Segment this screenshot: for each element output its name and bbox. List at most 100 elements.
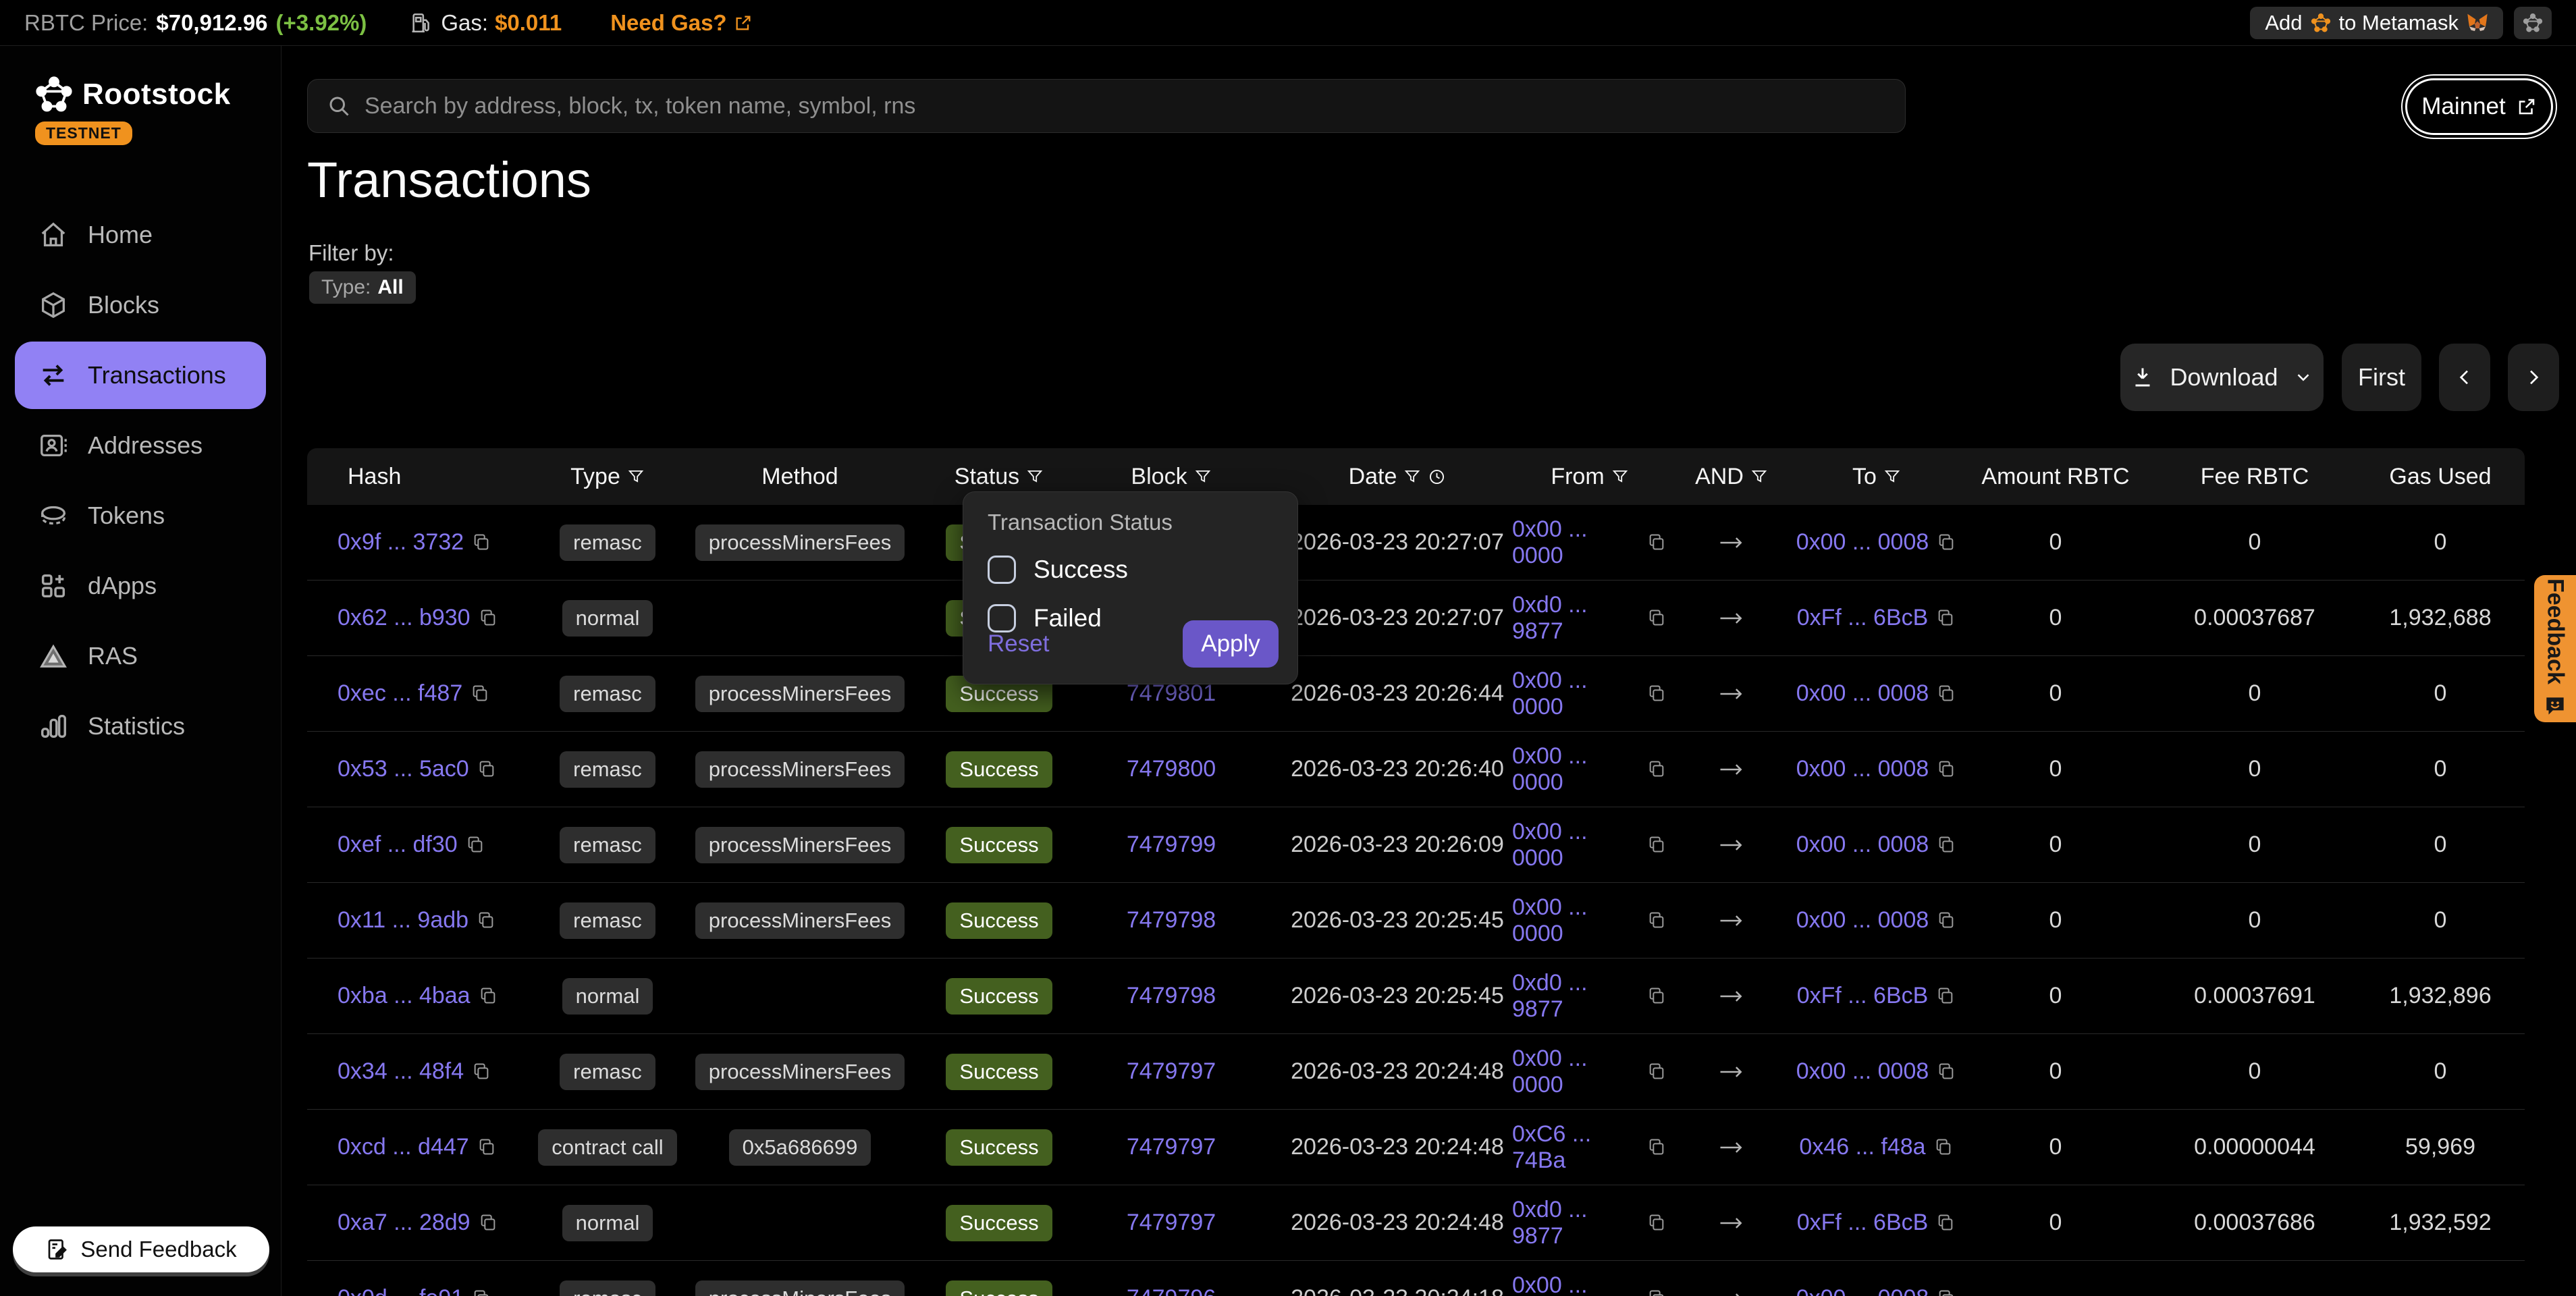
to-address-link[interactable]: 0x46 ... f48a [1799,1134,1925,1160]
tx-hash-link[interactable]: 0x0d ... fe91 [338,1285,464,1296]
column-header-date[interactable]: Date [1283,464,1512,490]
from-address-link[interactable]: 0x00 ... 0000 [1512,743,1639,796]
from-address-link[interactable]: 0xd0 ... 9877 [1512,592,1639,645]
tx-hash-link[interactable]: 0x53 ... 5ac0 [338,756,469,782]
copy-icon[interactable] [1647,1213,1667,1233]
copy-icon[interactable] [1647,684,1667,704]
block-link[interactable]: 7479797 [1127,1210,1216,1236]
column-header-to[interactable]: To [1796,464,1958,490]
tx-hash-link[interactable]: 0xef ... df30 [338,832,458,858]
copy-icon[interactable] [477,1137,498,1158]
copy-icon[interactable] [479,608,499,628]
from-address-link[interactable]: 0x00 ... 0000 [1512,819,1639,871]
sidebar-item-tokens[interactable]: Tokens [15,482,266,549]
apply-button[interactable]: Apply [1183,620,1279,668]
filter-icon[interactable] [1026,468,1044,485]
search-input[interactable] [365,93,1886,119]
clock-icon[interactable] [1428,468,1446,486]
need-gas-link[interactable]: Need Gas? [610,10,752,36]
from-address-link[interactable]: 0x00 ... 0000 [1512,1046,1639,1098]
copy-icon[interactable] [1647,986,1667,1006]
column-header-from[interactable]: From [1512,464,1667,490]
sidebar-item-addresses[interactable]: Addresses [15,412,266,479]
from-address-link[interactable]: 0xd0 ... 9877 [1512,1197,1639,1249]
tx-hash-link[interactable]: 0x62 ... b930 [338,605,471,631]
tx-hash-link[interactable]: 0x11 ... 9adb [338,907,468,934]
rootstock-logo[interactable]: Rootstock [35,76,231,113]
column-header-block[interactable]: Block [1060,464,1283,490]
copy-icon[interactable] [1647,1289,1667,1296]
copy-icon[interactable] [1937,1062,1957,1082]
copy-icon[interactable] [477,911,497,931]
reset-link[interactable]: Reset [988,630,1049,657]
to-address-link[interactable]: 0xFf ... 6BcB [1797,605,1929,631]
copy-icon[interactable] [1647,835,1667,855]
copy-icon[interactable] [1647,1137,1667,1158]
copy-icon[interactable] [1937,533,1957,553]
block-link[interactable]: 7479798 [1127,907,1216,934]
tx-hash-link[interactable]: 0x9f ... 3732 [338,529,464,556]
to-address-link[interactable]: 0x00 ... 0008 [1796,529,1929,556]
column-header-type[interactable]: Type [554,464,662,490]
to-address-link[interactable]: 0xFf ... 6BcB [1797,983,1929,1009]
copy-icon[interactable] [1937,835,1957,855]
copy-icon[interactable] [1647,608,1667,628]
block-link[interactable]: 7479797 [1127,1134,1216,1160]
from-address-link[interactable]: 0x00 ... 0000 [1512,1272,1639,1296]
tx-hash-link[interactable]: 0xcd ... d447 [338,1134,469,1160]
copy-icon[interactable] [1936,1213,1956,1233]
send-feedback-button[interactable]: Send Feedback [13,1226,269,1272]
to-address-link[interactable]: 0xFf ... 6BcB [1797,1210,1929,1236]
copy-icon[interactable] [471,684,491,704]
filter-icon[interactable] [1750,468,1768,485]
from-address-link[interactable]: 0x00 ... 0000 [1512,668,1639,720]
sidebar-item-ras[interactable]: RAS [15,622,266,690]
copy-icon[interactable] [1937,911,1957,931]
copy-icon[interactable] [1937,684,1957,704]
copy-icon[interactable] [1937,1289,1957,1296]
to-address-link[interactable]: 0x00 ... 0008 [1796,680,1929,707]
copy-icon[interactable] [472,1062,492,1082]
copy-icon[interactable] [1934,1137,1954,1158]
filter-icon[interactable] [1883,468,1901,485]
filter-icon[interactable] [1611,468,1629,485]
copy-icon[interactable] [472,533,492,553]
block-link[interactable]: 7479798 [1127,983,1216,1009]
next-page-button[interactable] [2508,344,2559,411]
sidebar-item-dapps[interactable]: dApps [15,552,266,620]
feedback-tab[interactable]: Feedback [2534,575,2576,722]
from-address-link[interactable]: 0xd0 ... 9877 [1512,970,1639,1023]
tx-hash-link[interactable]: 0x34 ... 48f4 [338,1058,464,1085]
copy-icon[interactable] [479,986,499,1006]
filter-icon[interactable] [1403,468,1421,485]
copy-icon[interactable] [479,1213,499,1233]
block-link[interactable]: 7479799 [1127,832,1216,858]
column-header-and[interactable]: AND [1667,464,1796,490]
to-address-link[interactable]: 0x00 ... 0008 [1796,756,1929,782]
copy-icon[interactable] [1936,608,1956,628]
block-link[interactable]: 7479800 [1127,756,1216,782]
tx-hash-link[interactable]: 0xba ... 4baa [338,983,471,1009]
type-filter-chip[interactable]: Type: All [309,271,416,304]
copy-icon[interactable] [1647,533,1667,553]
to-address-link[interactable]: 0x00 ... 0008 [1796,1285,1929,1296]
first-page-button[interactable]: First [2342,344,2421,411]
sidebar-item-transactions[interactable]: Transactions [15,342,266,409]
sidebar-item-blocks[interactable]: Blocks [15,271,266,339]
column-header-status[interactable]: Status [938,464,1060,490]
from-address-link[interactable]: 0x00 ... 0000 [1512,516,1639,569]
block-link[interactable]: 7479796 [1127,1285,1216,1296]
sidebar-item-home[interactable]: Home [15,201,266,269]
to-address-link[interactable]: 0x00 ... 0008 [1796,907,1929,934]
copy-icon[interactable] [1647,1062,1667,1082]
add-to-metamask-button[interactable]: Add to Metamask [2250,7,2503,39]
to-address-link[interactable]: 0x00 ... 0008 [1796,1058,1929,1085]
copy-icon[interactable] [477,759,498,780]
tx-hash-link[interactable]: 0xa7 ... 28d9 [338,1210,471,1236]
tx-hash-link[interactable]: 0xec ... f487 [338,680,462,707]
download-button[interactable]: Download [2120,344,2324,411]
copy-icon[interactable] [472,1289,492,1296]
prev-page-button[interactable] [2439,344,2490,411]
sidebar-item-statistics[interactable]: Statistics [15,693,266,760]
to-address-link[interactable]: 0x00 ... 0008 [1796,832,1929,858]
